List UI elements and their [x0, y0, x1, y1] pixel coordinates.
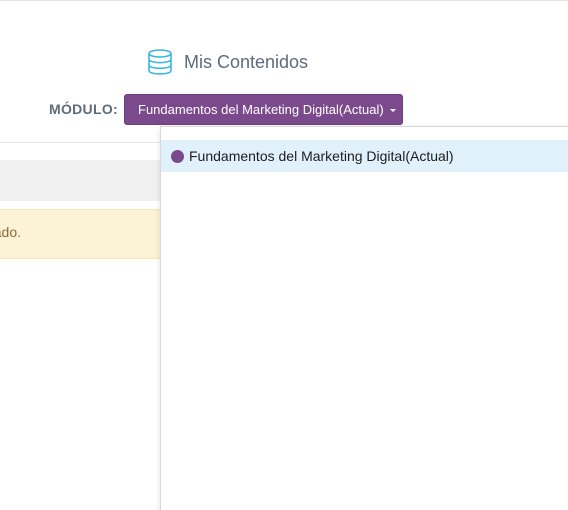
tab-bar — [0, 160, 161, 201]
module-label: MÓDULO: — [49, 101, 118, 117]
database-icon — [146, 48, 174, 76]
dropdown-item-module[interactable]: Fundamentos del Marketing Digital(Actual… — [161, 140, 568, 172]
caret-down-icon — [389, 108, 396, 112]
module-select-button[interactable]: Fundamentos del Marketing Digital(Actual… — [124, 94, 403, 125]
divider — [0, 142, 161, 143]
module-dot-icon — [171, 149, 184, 163]
top-border — [0, 0, 568, 1]
page-title: Mis Contenidos — [184, 52, 309, 72]
alert-banner: ado. — [0, 209, 161, 259]
module-dropdown-menu: Fundamentos del Marketing Digital(Actual… — [160, 126, 568, 510]
page: Mis Contenidos MÓDULO: Fundamentos del M… — [0, 0, 568, 510]
alert-text: ado. — [0, 224, 21, 240]
module-select-label: Fundamentos del Marketing Digital(Actual… — [138, 102, 384, 117]
dropdown-item-label: Fundamentos del Marketing Digital(Actual… — [189, 148, 454, 164]
page-heading: Mis Contenidos — [146, 48, 308, 76]
